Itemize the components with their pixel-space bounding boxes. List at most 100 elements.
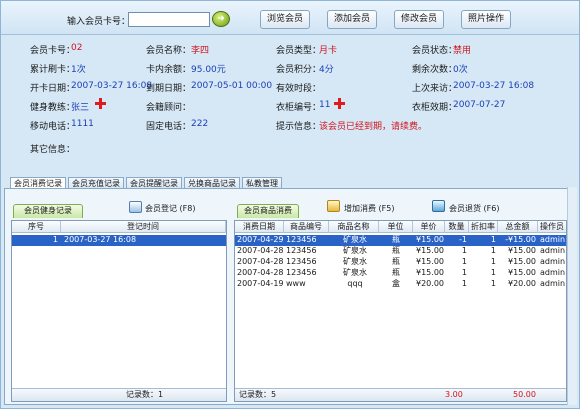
column-header[interactable]: 登记时间 xyxy=(61,221,226,233)
tip-label: 提示信息： xyxy=(276,122,322,132)
column-header[interactable]: 折扣率 xyxy=(469,221,498,233)
member-management-window: 输入会员卡号： ➜ 浏览会员 添加会员 修改会员 照片操作 会员卡号： 02 会… xyxy=(0,0,580,409)
add-coach-icon[interactable] xyxy=(95,98,106,109)
status-label: 会员状态： xyxy=(412,46,458,56)
table-cell: admin xyxy=(540,279,566,288)
table-cell: 1 xyxy=(52,235,58,244)
register-icon xyxy=(129,201,142,213)
fitness-records-table: 序号 登记时间 1 2007-03-27 16:08 记录数：1 xyxy=(11,220,227,402)
table-cell: 瓶 xyxy=(392,246,400,255)
table-cell: 123456 xyxy=(286,235,317,244)
table-cell: 2007-04-28 xyxy=(237,246,284,255)
go-arrow-icon[interactable]: ➜ xyxy=(212,11,230,27)
table-cell: 矿泉水 xyxy=(343,235,367,244)
last-visit-label: 上次来访： xyxy=(412,84,458,94)
table-cell: ¥15.00 xyxy=(416,257,444,266)
column-header[interactable]: 单价 xyxy=(413,221,445,233)
balance-value: 95.00元 xyxy=(191,65,226,75)
table-cell: ¥20.00 xyxy=(416,279,444,288)
table-cell: 1 xyxy=(461,268,467,277)
column-header[interactable]: 消费日期 xyxy=(235,221,284,233)
add-consumption-button[interactable]: 增加消费 (F5) xyxy=(344,203,394,214)
table-cell: 123456 xyxy=(286,257,317,266)
remaining-label: 剩余次数： xyxy=(412,65,458,75)
table-cell: 瓶 xyxy=(392,257,400,266)
table-cell: 1 xyxy=(490,268,496,277)
locker-label: 衣柜编号： xyxy=(276,103,322,113)
table-cell: 1 xyxy=(461,257,467,266)
name-value: 李四 xyxy=(191,46,210,56)
table-row[interactable]: 1 2007-03-27 16:08 xyxy=(12,235,226,246)
table-cell: ¥15.00 xyxy=(508,268,536,277)
mobile-label: 移动电话： xyxy=(30,122,76,132)
status-value: 禁用 xyxy=(453,46,472,56)
tab-fitness-records[interactable]: 会员健身记录 xyxy=(13,204,83,218)
edit-member-button[interactable]: 修改会员 xyxy=(394,10,444,29)
total-quantity: 3.00 xyxy=(445,390,463,399)
add-member-button[interactable]: 添加会员 xyxy=(327,10,377,29)
table-cell: 1 xyxy=(461,279,467,288)
browse-members-button[interactable]: 浏览会员 xyxy=(260,10,310,29)
table-cell: -¥15.00 xyxy=(505,235,536,244)
table-cell: 2007-04-28 xyxy=(237,268,284,277)
table-cell: admin xyxy=(540,268,566,277)
table-cell: 1 xyxy=(490,235,496,244)
record-count: 记录数：1 xyxy=(126,390,164,399)
column-header[interactable]: 序号 xyxy=(12,221,61,233)
add-locker-icon[interactable] xyxy=(334,98,345,109)
table-cell: qqq xyxy=(347,279,363,288)
points-value: 4分 xyxy=(319,65,334,75)
advisor-label: 会籍顾问： xyxy=(146,103,192,113)
table-row[interactable]: 2007-04-28 123456 矿泉水 瓶 ¥15.00 1 1 ¥15.0… xyxy=(235,257,566,268)
balance-label: 卡内余额： xyxy=(146,65,192,75)
table-cell: -1 xyxy=(459,235,467,244)
photo-button[interactable]: 照片操作 xyxy=(461,10,511,29)
table-row[interactable]: 2007-04-29 123456 矿泉水 瓶 ¥15.00 -1 1 -¥15… xyxy=(235,235,566,246)
locker-expire-value: 2007-07-27 xyxy=(453,100,506,110)
type-value: 月卡 xyxy=(319,46,338,56)
points-label: 会员积分： xyxy=(276,65,322,75)
expire-date-value: 2007-05-01 00:00 xyxy=(191,81,273,91)
column-header[interactable]: 总金额 xyxy=(498,221,538,233)
table-row[interactable]: 2007-04-19 www qqq 盒 ¥20.00 1 1 ¥20.00 a… xyxy=(235,279,566,290)
member-info-panel: 会员卡号： 02 会员名称： 李四 会员类型： 月卡 会员状态： 禁用 累计刷卡… xyxy=(1,36,579,173)
table-row[interactable]: 2007-04-28 123456 矿泉水 瓶 ¥15.00 1 1 ¥15.0… xyxy=(235,246,566,257)
coach-label: 健身教练： xyxy=(30,103,76,113)
table-cell: 2007-03-27 16:08 xyxy=(64,235,137,244)
table-cell: 1 xyxy=(490,257,496,266)
locker-value: 11 xyxy=(319,100,331,110)
table-cell: 2007-04-19 xyxy=(237,279,284,288)
column-header[interactable]: 单位 xyxy=(379,221,413,233)
card-no-label: 会员卡号： xyxy=(30,46,76,56)
table-cell: 2007-04-28 xyxy=(237,257,284,266)
table-cell: admin xyxy=(540,235,566,244)
return-goods-button[interactable]: 会员退货 (F6) xyxy=(449,203,499,214)
table-cell: ¥15.00 xyxy=(416,268,444,277)
table-cell: 123456 xyxy=(286,268,317,277)
table-cell: 矿泉水 xyxy=(343,268,367,277)
table-cell: admin xyxy=(540,246,566,255)
table-row[interactable]: 2007-04-28 123456 矿泉水 瓶 ¥15.00 1 1 ¥15.0… xyxy=(235,268,566,279)
tab-product-consumption[interactable]: 会员商品消费 xyxy=(237,204,299,218)
table-header: 消费日期 商品编号 商品名称 单位 单价 数量 折扣率 总金额 操作员 xyxy=(235,221,566,233)
vertical-scrollbar[interactable] xyxy=(567,187,577,405)
column-header[interactable]: 数量 xyxy=(445,221,469,233)
column-header[interactable]: 商品名称 xyxy=(329,221,379,233)
coach-value: 张三 xyxy=(71,103,90,113)
total-label: 累计刷卡： xyxy=(30,65,76,75)
table-cell: 瓶 xyxy=(392,235,400,244)
phone-label: 固定电话： xyxy=(146,122,192,132)
table-cell: ¥15.00 xyxy=(508,246,536,255)
locker-expire-label: 衣柜效期： xyxy=(412,103,458,113)
column-header[interactable]: 操作员 xyxy=(538,221,566,233)
last-visit-value: 2007-03-27 16:08 xyxy=(453,81,535,91)
member-register-button[interactable]: 会员登记 (F8) xyxy=(145,203,195,214)
card-number-input[interactable] xyxy=(128,12,210,27)
table-cell: 瓶 xyxy=(392,268,400,277)
table-footer: 记录数：1 xyxy=(12,388,226,401)
phone-value: 222 xyxy=(191,119,209,129)
table-cell: admin xyxy=(540,257,566,266)
column-header[interactable]: 商品编号 xyxy=(284,221,329,233)
table-cell: 1 xyxy=(490,246,496,255)
open-date-value: 2007-03-27 16:08 xyxy=(71,81,153,91)
